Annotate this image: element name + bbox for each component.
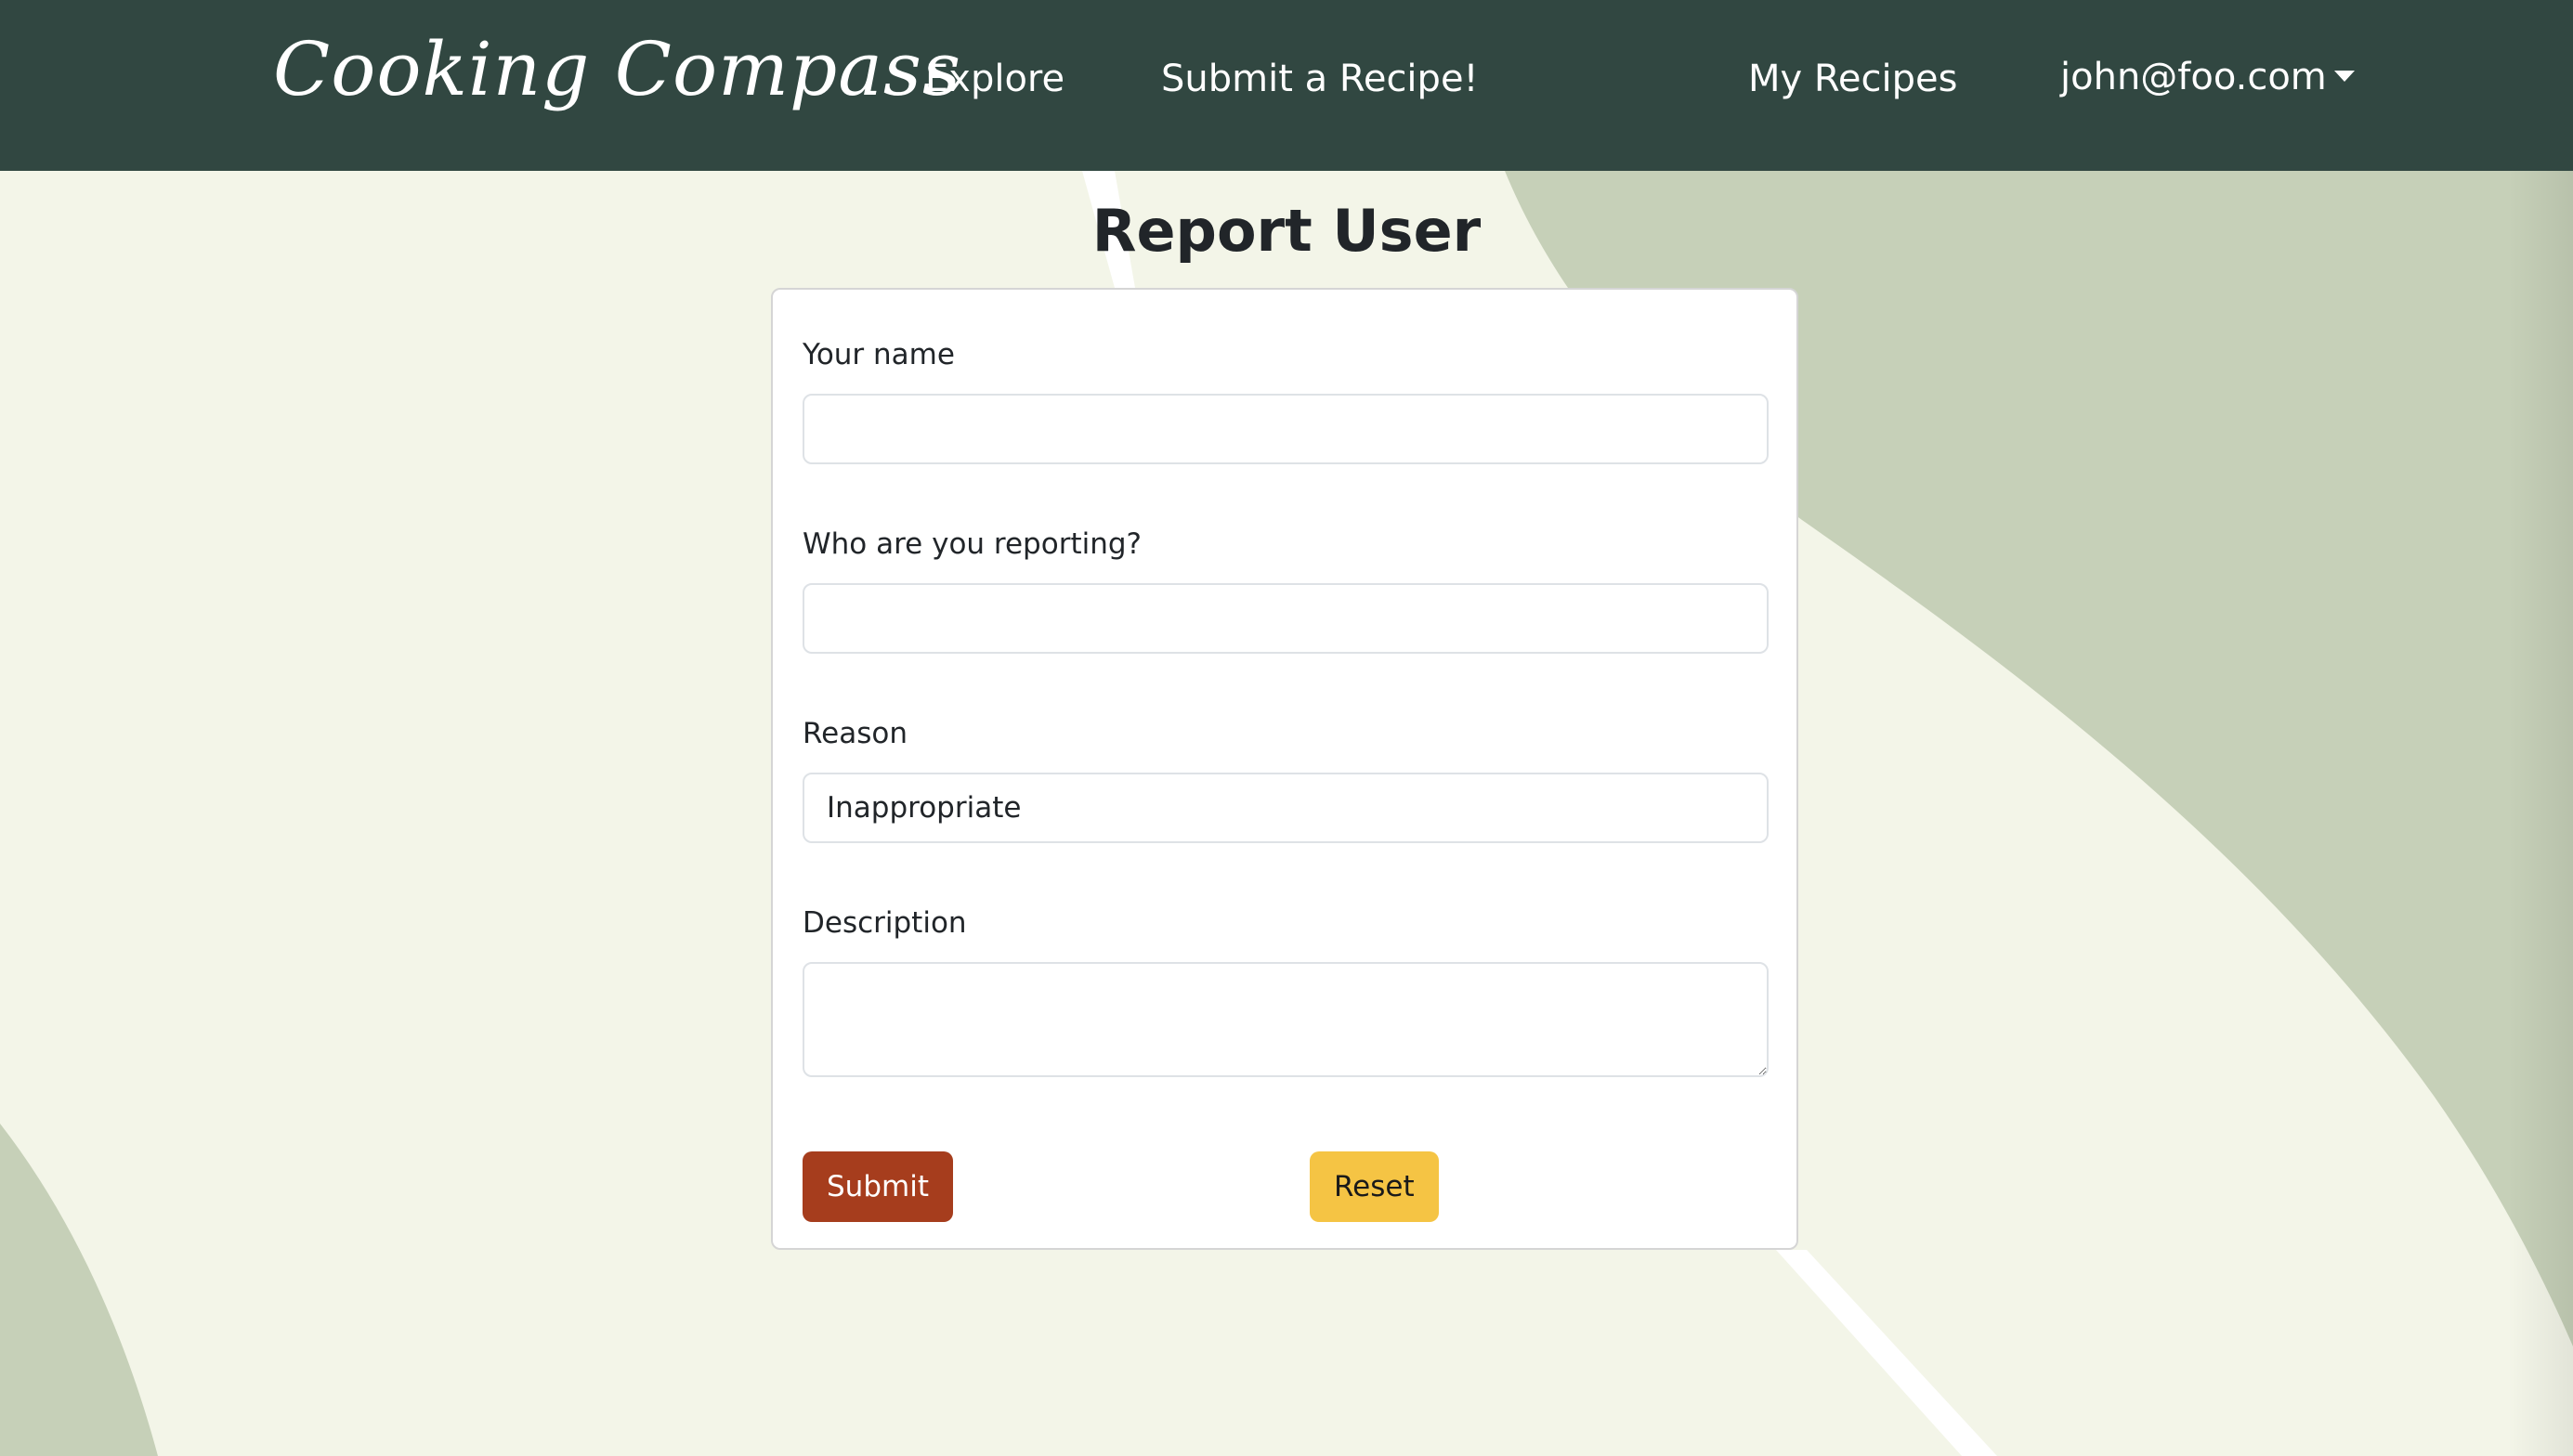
nav-submit-recipe-link[interactable]: Submit a Recipe!: [1161, 58, 1479, 100]
user-email: john@foo.com: [2060, 56, 2327, 98]
reported-user-input[interactable]: [803, 583, 1769, 654]
reason-label: Reason: [803, 717, 908, 750]
right-edge-shadow: [2508, 171, 2573, 1456]
caret-down-icon: [2333, 71, 2355, 82]
white-stripe-shape-lower: [1776, 1250, 1997, 1456]
brand-logo[interactable]: Cooking Compass: [273, 26, 961, 112]
top-navbar: Cooking Compass Explore Submit a Recipe!…: [0, 0, 2573, 171]
reset-button[interactable]: Reset: [1310, 1151, 1439, 1222]
page-title: Report User: [1091, 197, 1482, 265]
description-label: Description: [803, 906, 967, 940]
your-name-input[interactable]: [803, 394, 1769, 464]
report-user-form: Your name Who are you reporting? Reason …: [771, 288, 1798, 1250]
nav-my-recipes-link[interactable]: My Recipes: [1748, 58, 1957, 100]
submit-button[interactable]: Submit: [803, 1151, 953, 1222]
reported-user-label: Who are you reporting?: [803, 527, 1142, 561]
your-name-label: Your name: [803, 338, 955, 371]
description-textarea[interactable]: [803, 962, 1769, 1077]
reason-select[interactable]: Inappropriate: [803, 773, 1769, 843]
user-dropdown[interactable]: john@foo.com: [2060, 56, 2355, 98]
sage-corner-shape: [0, 1124, 158, 1456]
nav-explore-link[interactable]: Explore: [925, 58, 1064, 100]
